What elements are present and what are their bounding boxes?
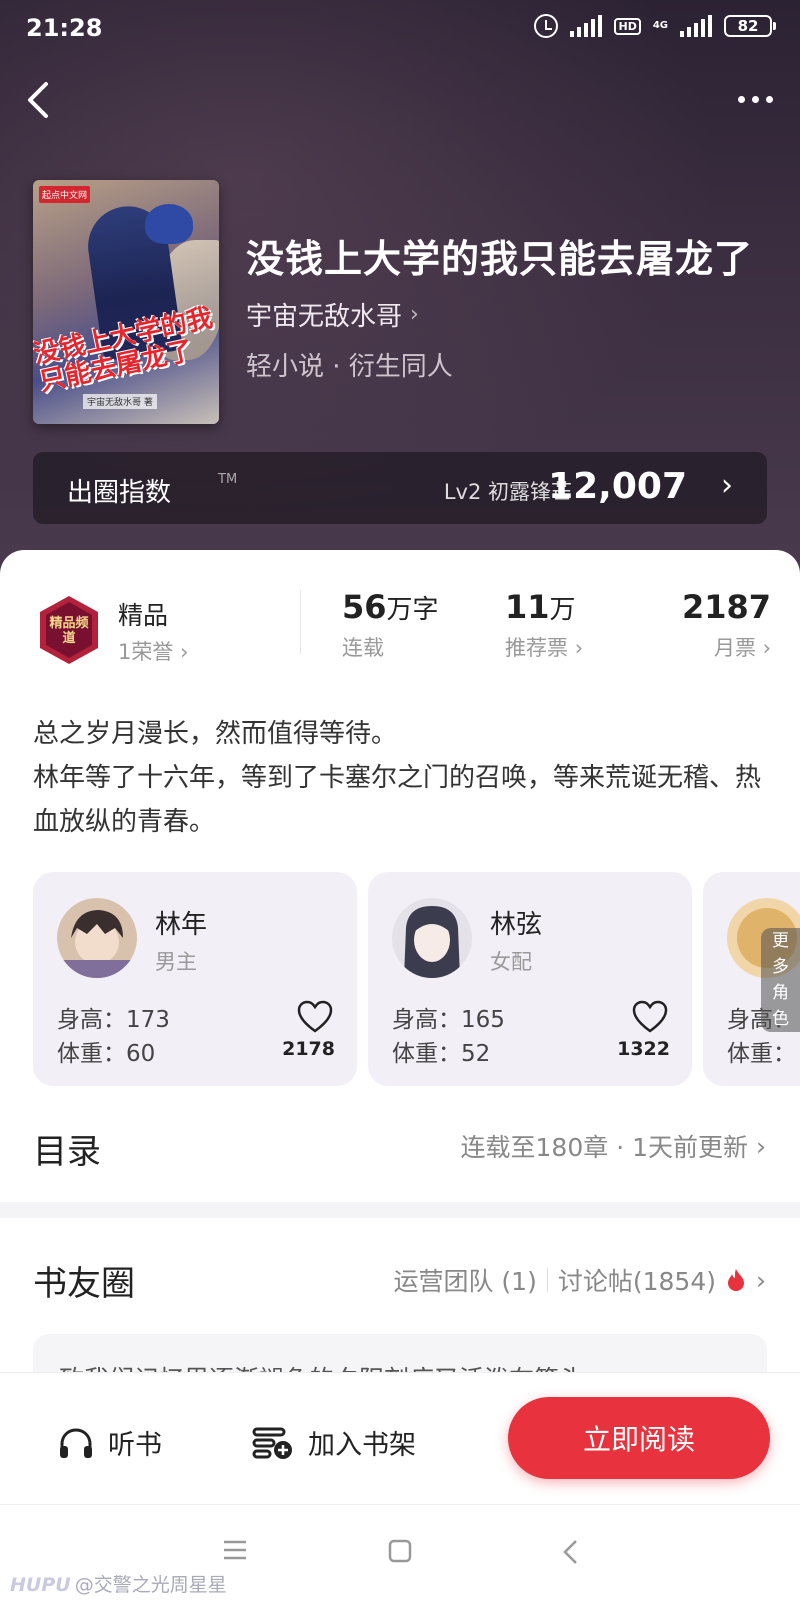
signal-icon [570,15,603,37]
watermark-user: @交警之光周星星 [74,1574,227,1596]
book-description[interactable]: 总之岁月漫长，然而值得等待。 林年等了十六年，等到了卡塞尔之门的召唤，等来荒诞无… [33,712,773,844]
chevron-right-icon: › [721,468,733,503]
word-count-unit: 万字 [386,595,439,625]
role-type: 男主 [155,950,197,974]
listen-label: 听书 [108,1430,162,1461]
recommend-value: 11 [505,588,550,626]
watermark-brand: HUPU [10,1574,71,1596]
trademark-mark: TM [218,472,238,487]
watermark: HUPU @交警之光周星星 [10,1570,227,1597]
bottom-action-bar: 听书 加入书架 立即阅读 [0,1372,800,1504]
headphones-icon [60,1427,92,1458]
hd-icon: HD [614,17,641,35]
toc-link[interactable]: 连载至180章 · 1天前更新 › [461,1128,766,1164]
recommend-stat[interactable]: 11万 推荐票 › [505,588,583,662]
home-icon[interactable] [388,1539,412,1563]
divider [300,590,301,654]
honor-link[interactable]: 1荣誉 › [118,636,188,666]
section-separator [0,1202,800,1218]
honor-badge-text: 精品频道 [49,616,89,646]
more-roles-label: 更多角色 [772,931,789,1029]
listen-button[interactable]: 听书 [58,1423,162,1462]
fire-icon [728,1269,744,1291]
heart-icon[interactable] [297,1000,333,1034]
back-nav-icon[interactable] [562,1539,578,1565]
book-circle-title: 书友圈 [33,1264,135,1304]
author-link[interactable]: 宇宙无敌水哥 › [246,296,419,333]
index-value: 12,007 [548,466,687,507]
role-weight: 体重：52 [392,1041,491,1067]
more-options-button[interactable] [730,86,780,112]
add-to-shelf-button[interactable]: 加入书架 [252,1423,416,1462]
cell-signal-icon [680,15,712,37]
book-category: 轻小说 · 衍生同人 [246,352,453,382]
chevron-right-icon: › [756,1265,766,1295]
role-name: 林弦 [490,910,543,940]
monthly-stat[interactable]: 2187 月票 › [682,588,771,662]
like-count: 1322 [617,1038,670,1060]
read-now-label: 立即阅读 [582,1423,695,1456]
chevron-right-icon: › [574,636,584,660]
like-count: 2178 [282,1038,335,1060]
network-label: 4G [652,20,668,31]
index-label: 出圈指数 [67,478,172,508]
word-count-stat: 56万字 连载 [342,588,439,662]
divider [546,1268,548,1292]
role-weight: 体重：60 [57,1041,156,1067]
chevron-right-icon: › [756,1131,766,1161]
word-count-label: 连载 [342,636,384,660]
alarm-icon [534,14,559,38]
honor-count: 1荣誉 [118,640,174,664]
battery-icon: 82 [724,15,776,37]
role-name: 林年 [155,910,208,940]
role-height: 身高：173 [57,1007,170,1033]
role-card[interactable]: 林弦 女配 身高：165 体重：52 1322 [368,872,692,1086]
honor-title: 精品 [118,601,169,630]
ops-team-link[interactable]: 运营团队 (1) [393,1262,536,1298]
monthly-label: 月票 [713,636,756,660]
discussion-link[interactable]: 讨论帖(1854) [558,1262,716,1298]
read-now-button[interactable]: 立即阅读 [508,1397,770,1479]
add-shelf-icon [252,1427,292,1459]
role-type: 女配 [490,950,532,974]
chevron-right-icon: › [180,640,189,664]
author-name: 宇宙无敌水哥 [246,302,403,332]
cover-author-art: 宇宙无敌水哥 著 [83,394,157,409]
monthly-value: 2187 [682,588,772,626]
status-bar: 21:28 HD 4G 82 [0,0,800,56]
heart-icon[interactable] [632,1000,668,1034]
add-shelf-label: 加入书架 [308,1430,416,1461]
role-weight: 体重： [727,1041,796,1067]
description-line: 总之岁月漫长，然而值得等待。 [33,719,398,749]
popularity-index-bar[interactable]: 出圈指数 TM Lv2 初露锋芒 12,007 › [33,452,767,524]
recommend-label: 推荐票 [505,636,568,660]
status-time: 21:28 [26,14,103,42]
back-button[interactable] [20,78,60,122]
recommend-unit: 万 [549,595,576,625]
description-line: 林年等了十六年，等到了卡塞尔之门的召唤，等来荒诞无稽、热血放纵的青春。 [33,763,762,837]
role-avatar [57,898,137,978]
chevron-left-icon [28,82,48,118]
menu-icon[interactable] [222,1539,248,1561]
book-title: 没钱上大学的我只能去屠龙了 [246,236,754,281]
book-circle-info[interactable]: 运营团队 (1) 讨论帖(1854) › [393,1262,766,1298]
role-carousel[interactable]: 林年 男主 身高：173 体重：60 2178 林弦 女配 身高：165 体重：… [33,872,800,1088]
role-card[interactable]: 林年 男主 身高：173 体重：60 2178 [33,872,357,1086]
role-height: 身高：165 [392,1007,505,1033]
publisher-badge: 起点中文网 [39,186,91,203]
honor-badge-icon[interactable]: 精品频道 [36,594,102,666]
chevron-right-icon: › [410,302,419,327]
toc-status: 连载至180章 · 1天前更新 [460,1133,748,1162]
toc-title: 目录 [33,1132,101,1172]
word-count-value: 56 [342,588,387,626]
role-avatar [392,898,472,978]
book-cover[interactable]: 起点中文网 没钱上大学的我只能去屠龙了 宇宙无敌水哥 著 [33,180,219,424]
more-roles-button[interactable]: 更多角色 [761,928,800,1032]
chevron-right-icon: › [762,636,772,660]
